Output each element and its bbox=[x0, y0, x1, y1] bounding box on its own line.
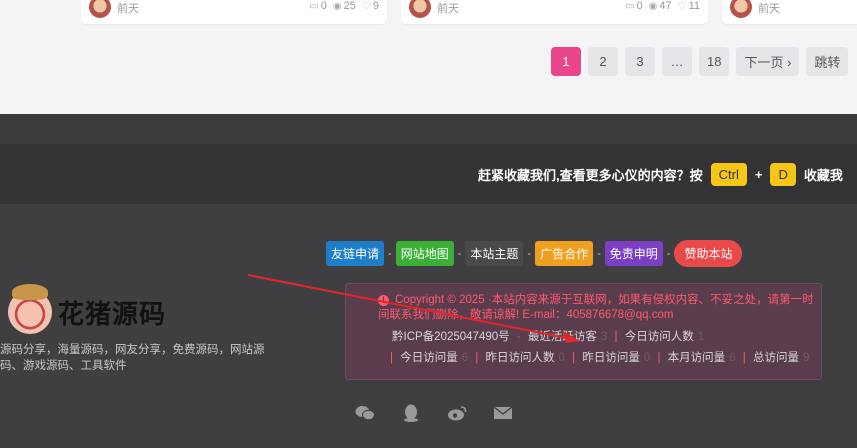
stat-separator: | bbox=[614, 331, 618, 343]
view-count: ◉ 25 bbox=[332, 0, 356, 12]
sponsor-button[interactable]: 赞助本站 bbox=[674, 240, 743, 267]
stats-line-1: 黔ICP备2025047490号 · 最近活跃访客 3 | 今日访问人数 1 bbox=[392, 328, 704, 344]
like-count: ♡ 9 bbox=[361, 0, 379, 12]
divider-band bbox=[0, 114, 857, 144]
stat-separator: | bbox=[742, 352, 746, 364]
link-separator: - bbox=[597, 247, 601, 260]
avatar[interactable] bbox=[89, 0, 111, 18]
plus-sign: + bbox=[754, 167, 763, 182]
like-count: ♡ 11 bbox=[677, 0, 700, 12]
stat-separator: | bbox=[572, 352, 576, 364]
d-key: D bbox=[770, 163, 796, 186]
pig-logo-icon bbox=[8, 284, 52, 334]
content-area: 前天 ▭ 0 ◉ 25 ♡ 9 前天 ▭ 0 ◉ 47 ♡ 11 前天 1 2 3 … 18… bbox=[0, 0, 857, 114]
qq-icon[interactable] bbox=[401, 404, 421, 422]
stats-line-2: | 今日访问量 6 | 昨日访问人数 0 | 昨日访问量 0 | 本月访问量 6 | 总… bbox=[386, 349, 809, 365]
ctrl-key: Ctrl bbox=[710, 163, 747, 186]
link-separator: - bbox=[527, 247, 532, 260]
yesterday-visitors-label: 昨日访问人数 bbox=[485, 352, 555, 364]
today-visitors-count: 1 bbox=[697, 331, 705, 343]
post-card[interactable]: 前天 ▭ 0 ◉ 47 ♡ 11 bbox=[401, 0, 708, 24]
icp-link[interactable]: 黔ICP备2025047490号 bbox=[392, 331, 510, 343]
mail-icon[interactable] bbox=[493, 405, 513, 421]
collect-bar: 赶紧收藏我们,查看更多心仪的内容？按 Ctrl + D 收藏我 bbox=[0, 144, 857, 204]
total-visits-label: 总访问量 bbox=[752, 352, 799, 364]
link-separator: - bbox=[388, 247, 392, 260]
collect-message: 赶紧收藏我们,查看更多心仪的内容？按 Ctrl + D 收藏我 bbox=[478, 163, 843, 186]
link-separator: - bbox=[666, 247, 671, 260]
friend-link-button[interactable]: 友链申请 bbox=[326, 241, 385, 266]
site-name: 花猪源码 bbox=[58, 299, 167, 330]
site-logo[interactable]: 花猪源码 bbox=[8, 284, 167, 334]
page-ellipsis: … bbox=[662, 47, 692, 76]
today-visits-count: 6 bbox=[461, 352, 469, 364]
total-visits-count: 9 bbox=[802, 352, 810, 364]
pagination: 1 2 3 … 18 下一页 › 跳转 bbox=[551, 47, 849, 76]
stat-separator: | bbox=[390, 352, 393, 364]
comment-icon: ▭ bbox=[625, 1, 635, 12]
post-time: 前天 bbox=[117, 3, 139, 15]
recent-visitors-label: 最近活跃访客 bbox=[527, 331, 597, 343]
copyright-text: Copyright © 2025 ·本站内容来源于互联网，如果有侵权内容、不妥之… bbox=[378, 294, 814, 321]
yesterday-visits-label: 昨日访问量 bbox=[582, 352, 640, 364]
eye-icon: ◉ bbox=[332, 1, 342, 12]
social-icons bbox=[355, 404, 513, 422]
link-separator: - bbox=[457, 247, 462, 260]
page-1-button[interactable]: 1 bbox=[551, 47, 581, 76]
post-stats: ▭ 0 ◉ 47 ♡ 11 bbox=[625, 0, 700, 12]
comment-count: ▭ 0 bbox=[309, 0, 327, 12]
site-footer: 友链申请 - 网站地图 - 本站主题 - 广告合作 - 免责申明 - 赞助本站 … bbox=[0, 204, 857, 448]
post-stats: ▭ 0 ◉ 25 ♡ 9 bbox=[309, 0, 379, 12]
page-3-button[interactable]: 3 bbox=[625, 47, 655, 76]
next-page-button[interactable]: 下一页 › bbox=[736, 47, 800, 76]
copyright-notice: ! Copyright © 2025 ·本站内容来源于互联网，如果有侵权内容、不妥… bbox=[378, 293, 818, 323]
jump-button[interactable]: 跳转 bbox=[806, 47, 849, 76]
month-visits-label: 本月访问量 bbox=[667, 352, 726, 364]
page-18-button[interactable]: 18 bbox=[699, 47, 730, 76]
post-time: 前天 bbox=[758, 3, 780, 15]
yesterday-visitors-count: 0 bbox=[558, 352, 565, 364]
avatar[interactable] bbox=[409, 0, 431, 18]
post-time: 前天 bbox=[437, 3, 459, 15]
thumb-up-icon: ♡ bbox=[677, 1, 687, 12]
today-visitors-label: 今日访问人数 bbox=[624, 331, 694, 343]
avatar[interactable] bbox=[730, 0, 752, 18]
stat-separator: | bbox=[657, 352, 661, 364]
comment-count: ▭ 0 bbox=[625, 0, 643, 12]
sitemap-button[interactable]: 网站地图 bbox=[395, 241, 454, 266]
collect-text: 赶紧收藏我们,查看更多心仪的内容？按 bbox=[478, 168, 703, 183]
ad-button[interactable]: 广告合作 bbox=[535, 241, 594, 266]
comment-icon: ▭ bbox=[309, 1, 319, 12]
eye-icon: ◉ bbox=[648, 1, 658, 12]
stat-separator: · bbox=[516, 331, 521, 343]
thumb-up-icon: ♡ bbox=[361, 1, 371, 12]
view-count: ◉ 47 bbox=[648, 0, 672, 12]
recent-visitors-count: 3 bbox=[600, 331, 608, 343]
page-2-button[interactable]: 2 bbox=[588, 47, 618, 76]
site-info-box: ! Copyright © 2025 ·本站内容来源于互联网，如果有侵权内容、不妥… bbox=[345, 283, 822, 380]
warning-icon: ! bbox=[378, 295, 389, 306]
theme-button[interactable]: 本站主题 bbox=[465, 241, 524, 266]
hat-icon bbox=[12, 284, 48, 300]
collect-suffix: 收藏我 bbox=[803, 168, 843, 183]
yesterday-visits-count: 0 bbox=[643, 352, 651, 364]
wechat-icon[interactable] bbox=[355, 405, 375, 421]
today-visits-label: 今日访问量 bbox=[400, 352, 458, 364]
site-description: 源码分享，海量源码，网友分享，免费源码，网站源码、游戏源码、工具软件 bbox=[0, 344, 265, 372]
stat-separator: | bbox=[475, 352, 479, 364]
month-visits-count: 6 bbox=[729, 352, 736, 364]
weibo-icon[interactable] bbox=[447, 405, 467, 421]
disclaimer-button[interactable]: 免责申明 bbox=[604, 241, 663, 266]
post-card[interactable]: 前天 ▭ 0 ◉ 25 ♡ 9 bbox=[81, 0, 387, 24]
post-card[interactable]: 前天 bbox=[722, 0, 857, 24]
footer-links: 友链申请 - 网站地图 - 本站主题 - 广告合作 - 免责申明 - 赞助本站 bbox=[326, 240, 743, 267]
